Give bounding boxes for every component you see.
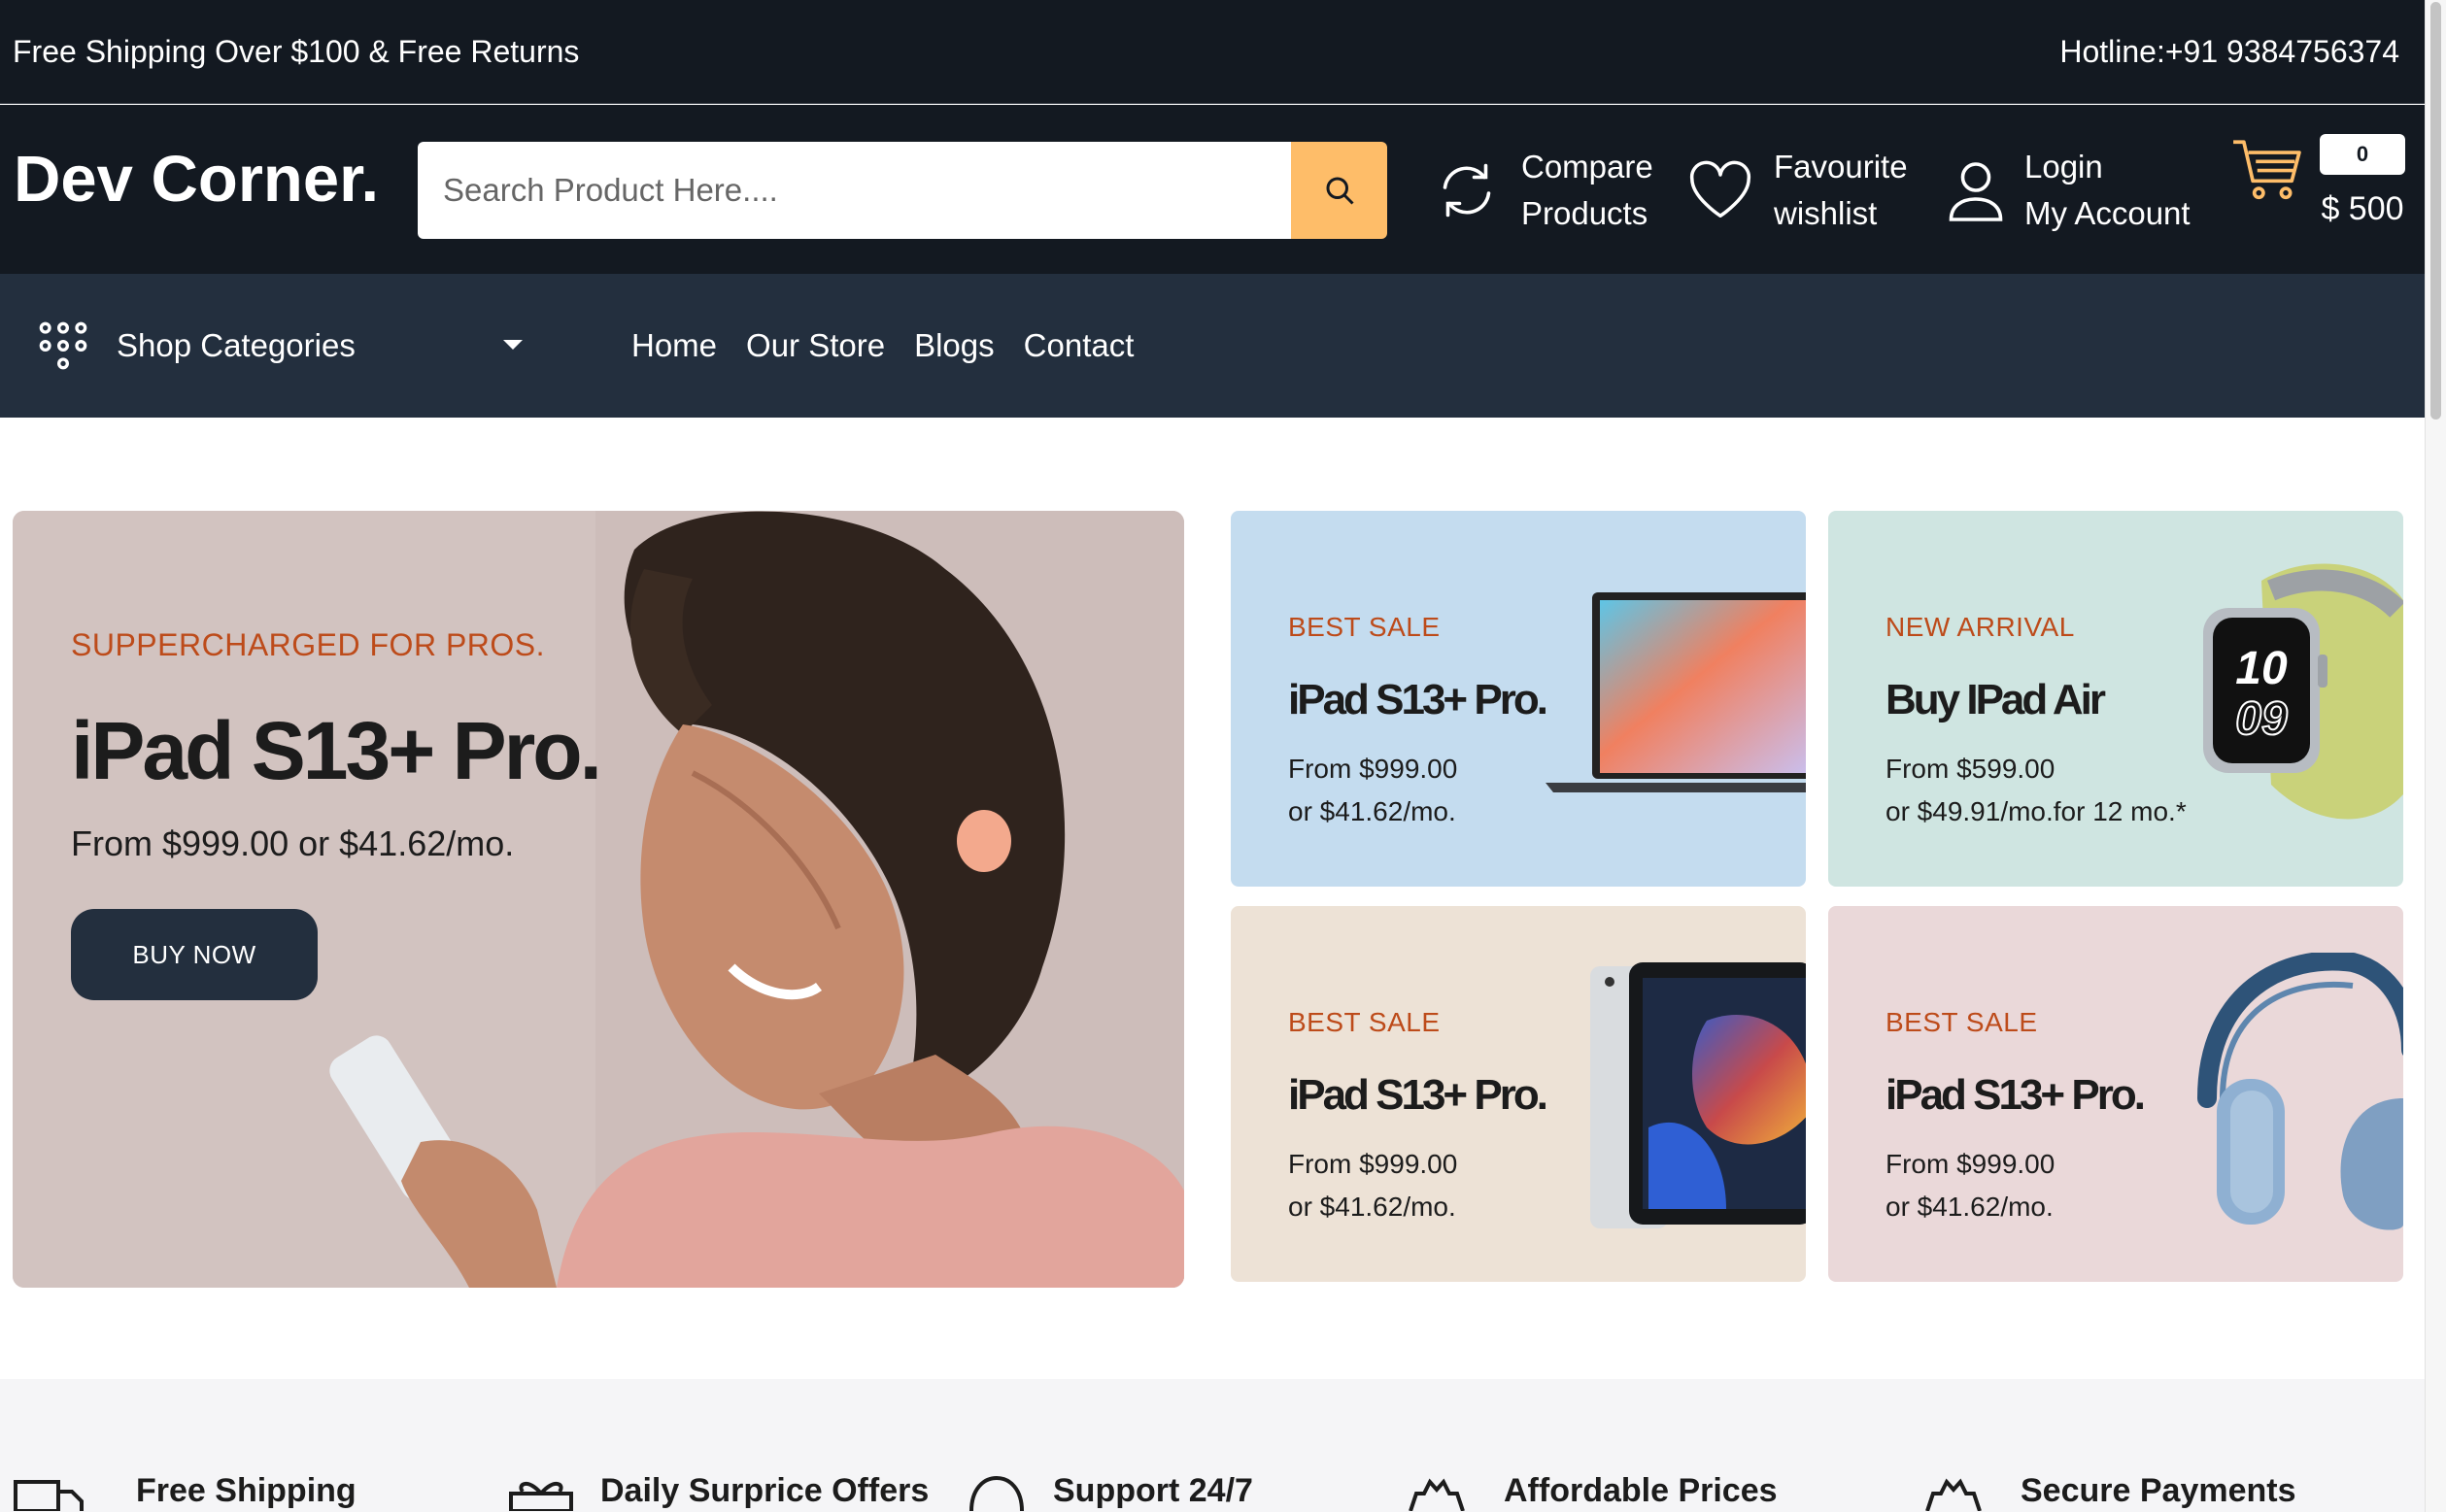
top-announcement-bar: Free Shipping Over $100 & Free Returns H…	[0, 0, 2425, 104]
hero-price: From $999.00 or $41.62/mo.	[71, 823, 515, 863]
nav-link-home[interactable]: Home	[631, 327, 717, 364]
page-scrollbar[interactable]	[2425, 0, 2446, 1512]
banner-title: iPad S13+ Pro.	[1885, 1071, 2146, 1119]
banner-content: BEST SALE iPad S13+ Pro. From $999.00 or…	[1885, 1007, 2146, 1223]
compare-products-link[interactable]: Compare Products	[1432, 144, 1653, 237]
headphones-image	[2197, 953, 2403, 1230]
main-hero-banner[interactable]: SUPPERCHARGED FOR PROS. iPad S13+ Pro. F…	[13, 511, 1184, 1288]
nav-link-contact[interactable]: Contact	[1024, 327, 1135, 364]
site-logo[interactable]: Dev Corner.	[14, 142, 379, 217]
main-header: Dev Corner. Compare Products Favourite wis…	[0, 105, 2425, 274]
banner-monthly: or $41.62/mo.	[1885, 1192, 2054, 1222]
cart-link[interactable]: 0 $ 500	[2230, 134, 2405, 228]
search-icon	[1326, 177, 1354, 205]
smartwatch-image: 10 09	[2203, 563, 2403, 820]
svg-text:09: 09	[2235, 693, 2288, 745]
banner-price: From $999.00	[1288, 754, 1458, 784]
services-strip: Free Shipping Daily Surprice Offers Supp…	[0, 1379, 2425, 1512]
banner-price: From $599.00	[1885, 754, 2055, 784]
main-navigation: Shop Categories Home Our Store Blogs Con…	[0, 274, 2425, 418]
hero-title: iPad S13+ Pro.	[71, 705, 602, 796]
grid-menu-icon	[39, 321, 87, 370]
wishlist-link[interactable]: Favourite wishlist	[1686, 144, 1908, 237]
small-banner-watch[interactable]: NEW ARRIVAL Buy IPad Air From $599.00 or…	[1828, 511, 2403, 887]
small-banner-tablet[interactable]: BEST SALE iPad S13+ Pro. From $999.00 or…	[1231, 906, 1806, 1282]
service-title: Affordable Prices	[1504, 1472, 1778, 1509]
service-affordable-prices: Affordable Prices	[1407, 1472, 1778, 1511]
banner-title: iPad S13+ Pro.	[1288, 1071, 1548, 1119]
banner-content: NEW ARRIVAL Buy IPad Air From $599.00 or…	[1885, 612, 2187, 827]
account-link[interactable]: Login My Account	[1947, 144, 2191, 237]
truck-icon	[14, 1480, 84, 1511]
service-title: Daily Surprice Offers	[600, 1472, 930, 1509]
shop-categories-label: Shop Categories	[117, 327, 356, 363]
laptop-image	[1546, 592, 1806, 792]
service-support: Support 24/7	[968, 1472, 1253, 1511]
banner-monthly: or $41.62/mo.	[1288, 1192, 1456, 1222]
my-account-label: My Account	[2024, 195, 2191, 231]
heart-icon	[1689, 160, 1751, 218]
small-banner-laptop[interactable]: BEST SALE iPad S13+ Pro. From $999.00 or…	[1231, 511, 1806, 887]
service-title: Free Shipping	[136, 1472, 357, 1509]
search-input[interactable]	[418, 142, 1291, 239]
svg-text:10: 10	[2235, 643, 2288, 694]
banner-content: BEST SALE iPad S13+ Pro. From $999.00 or…	[1288, 612, 1548, 827]
banner-title: iPad S13+ Pro.	[1288, 676, 1548, 723]
service-secure-payments: Secure Payments	[1923, 1472, 2296, 1511]
banner-price: From $999.00	[1885, 1149, 2055, 1179]
banner-kicker: BEST SALE	[1288, 612, 1441, 642]
buy-now-button[interactable]: BUY NOW	[71, 909, 318, 1000]
shop-categories-dropdown[interactable]: Shop Categories	[39, 321, 523, 370]
banner-kicker: BEST SALE	[1885, 1007, 2038, 1037]
compare-label-line1: Compare	[1521, 149, 1653, 185]
cart-icon	[2233, 140, 2301, 200]
service-daily-offers: Daily Surprice Offers	[509, 1472, 929, 1511]
nav-links: Home Our Store Blogs Contact	[631, 327, 1134, 364]
user-icon	[1949, 162, 2003, 221]
banner-title: Buy IPad Air	[1885, 676, 2106, 723]
price-badge-icon	[1409, 1478, 1465, 1511]
hero-kicker: SUPPERCHARGED FOR PROS.	[71, 627, 546, 662]
banner-content: BEST SALE iPad S13+ Pro. From $999.00 or…	[1288, 1007, 1548, 1223]
secure-badge-icon	[1925, 1478, 1982, 1511]
service-title: Support 24/7	[1053, 1472, 1253, 1509]
compare-label-line2: Products	[1521, 195, 1648, 231]
hero-content: SUPPERCHARGED FOR PROS. iPad S13+ Pro. F…	[71, 627, 602, 1000]
gift-icon	[509, 1482, 573, 1511]
login-label: Login	[2024, 149, 2103, 185]
service-title: Secure Payments	[2021, 1472, 2296, 1509]
banner-kicker: NEW ARRIVAL	[1885, 612, 2075, 642]
chevron-down-icon	[503, 340, 523, 350]
nav-link-blogs[interactable]: Blogs	[914, 327, 995, 364]
nav-link-our-store[interactable]: Our Store	[746, 327, 885, 364]
small-banner-headphones[interactable]: BEST SALE iPad S13+ Pro. From $999.00 or…	[1828, 906, 2403, 1282]
banner-monthly: or $41.62/mo.	[1288, 796, 1456, 826]
cart-total: $ 500	[2321, 190, 2404, 227]
search-bar	[418, 142, 1387, 239]
compare-icon	[1443, 163, 1491, 218]
scrollbar-thumb[interactable]	[2430, 2, 2441, 420]
cart-count-badge: 0	[2320, 134, 2405, 175]
service-free-shipping: Free Shipping	[14, 1472, 357, 1511]
search-button[interactable]	[1291, 142, 1387, 239]
hotline-text[interactable]: Hotline:+91 9384756374	[2059, 34, 2399, 70]
wishlist-label-line1: Favourite	[1774, 149, 1908, 185]
wishlist-label-line2: wishlist	[1774, 195, 1878, 231]
shipping-notice: Free Shipping Over $100 & Free Returns	[13, 33, 580, 69]
banner-price: From $999.00	[1288, 1149, 1458, 1179]
headset-icon	[969, 1475, 1024, 1511]
banner-kicker: BEST SALE	[1288, 1007, 1441, 1037]
banner-monthly: or $49.91/mo.for 12 mo.*	[1885, 796, 2187, 826]
tablet-image	[1590, 962, 1806, 1228]
